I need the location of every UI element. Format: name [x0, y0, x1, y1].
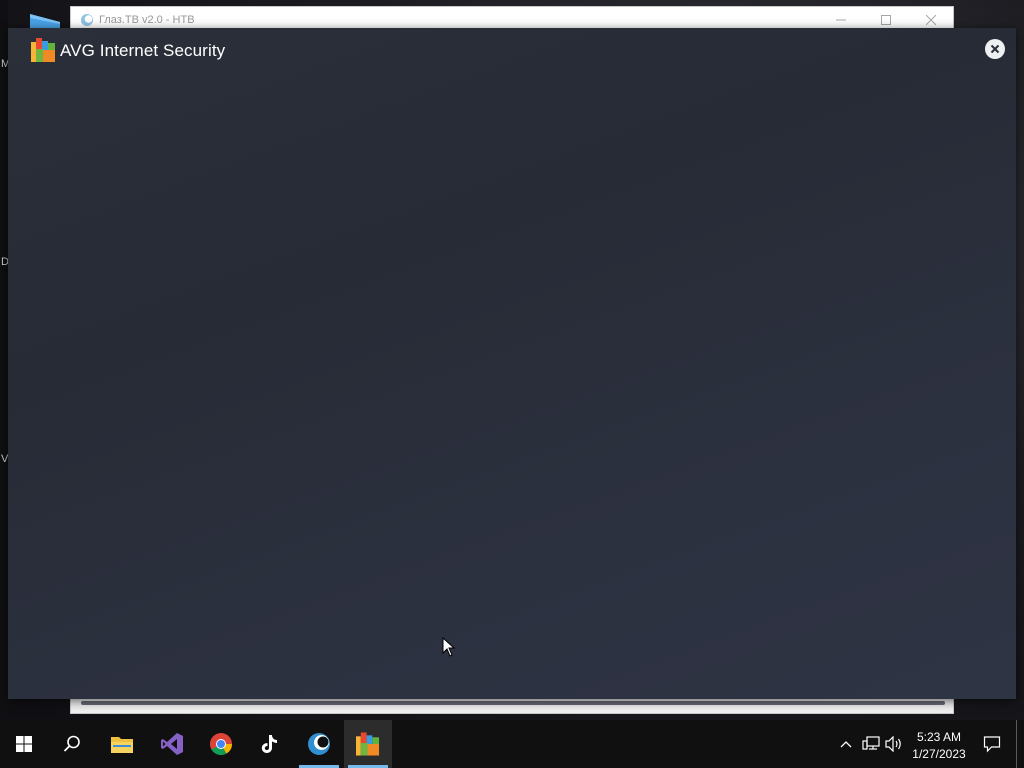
clock-date: 1/27/2023	[912, 747, 966, 761]
notification-icon	[983, 736, 1001, 753]
taskbar-visual-studio[interactable]	[148, 720, 196, 768]
avg-dialog-title: AVG Internet Security	[60, 41, 226, 60]
background-window-scrollbar[interactable]	[81, 701, 945, 705]
taskbar-file-explorer[interactable]	[98, 720, 146, 768]
taskbar-avg[interactable]	[344, 720, 392, 768]
avg-logo-icon	[31, 38, 55, 62]
search-button[interactable]	[48, 720, 96, 768]
chrome-icon	[210, 733, 232, 755]
maximize-button[interactable]	[866, 10, 906, 30]
folder-icon	[111, 737, 133, 753]
chevron-up-icon	[840, 741, 852, 748]
windows-logo-icon	[16, 736, 32, 752]
close-icon	[990, 44, 1000, 54]
volume-icon	[885, 736, 901, 752]
tiktok-icon	[261, 735, 277, 753]
glaz-tv-icon	[81, 14, 93, 26]
taskbar-glaz-tv[interactable]	[295, 720, 343, 768]
glaz-tv-icon	[308, 733, 330, 755]
visual-studio-icon	[161, 733, 183, 755]
background-window-title: Глаз.ТВ v2.0 - НТВ	[99, 14, 195, 26]
volume-button[interactable]	[884, 720, 904, 768]
desktop: M D V Глаз.ТВ v2.0 - НТВ AVG Internet Se…	[0, 0, 1024, 720]
close-icon	[926, 15, 936, 25]
window-close-button[interactable]	[911, 10, 951, 30]
system-clock[interactable]: 5:23 AM 1/27/2023	[904, 729, 974, 763]
taskbar-tiktok[interactable]	[245, 720, 293, 768]
avg-close-button[interactable]	[985, 39, 1005, 59]
show-desktop-button[interactable]	[1016, 720, 1024, 768]
desktop-shortcut-icon[interactable]	[28, 10, 62, 30]
taskbar-chrome[interactable]	[197, 720, 245, 768]
desktop-edge: M D V	[0, 0, 10, 720]
search-icon	[63, 735, 80, 752]
avg-dialog[interactable]: AVG Internet Security	[8, 28, 1016, 699]
minimize-button[interactable]	[821, 10, 861, 30]
network-icon	[862, 736, 880, 750]
show-hidden-icons-button[interactable]	[838, 720, 854, 768]
start-button[interactable]	[0, 720, 48, 768]
minimize-icon	[836, 19, 846, 21]
taskbar: 5:23 AM 1/27/2023	[0, 720, 1024, 768]
network-button[interactable]	[861, 720, 881, 768]
avg-icon	[356, 732, 380, 756]
clock-time: 5:23 AM	[916, 730, 962, 744]
action-center-button[interactable]	[980, 720, 1004, 768]
mouse-cursor-icon	[442, 637, 456, 657]
maximize-icon	[881, 15, 891, 25]
